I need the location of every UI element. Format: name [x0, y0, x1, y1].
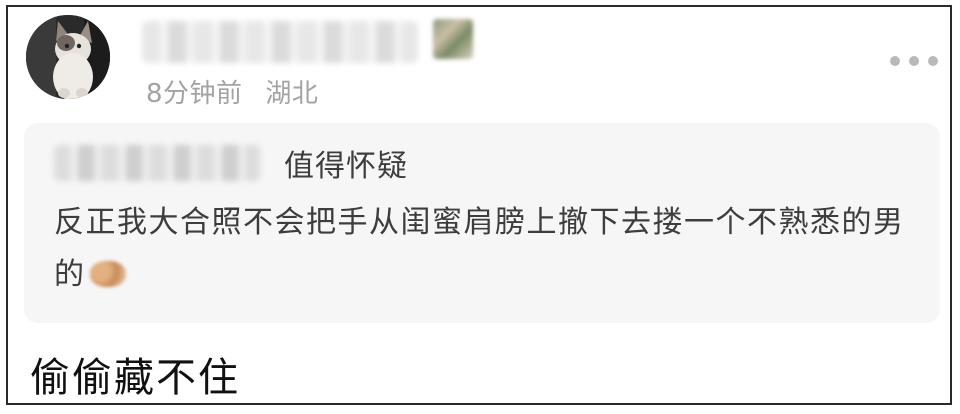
post-location: 湖北 — [265, 79, 319, 109]
post-content: 偷偷藏不住 — [30, 355, 240, 401]
cat-avatar-icon — [26, 15, 110, 99]
quoted-post-text: 反正我大合照不会把手从闺蜜肩膀上撤下去搂一个不熟悉的男的 — [54, 205, 905, 292]
quoted-post-header: 值得怀疑 — [54, 143, 940, 184]
more-horizontal-icon — [890, 56, 900, 66]
post-meta: 8分钟前 湖北 — [146, 73, 318, 110]
dog-emoji-icon — [89, 261, 126, 287]
user-badge-icon — [433, 19, 473, 59]
user-avatar[interactable] — [26, 15, 110, 99]
more-options-button[interactable] — [890, 51, 938, 71]
quoted-post-title: 值得怀疑 — [284, 149, 408, 184]
more-horizontal-icon — [909, 56, 919, 66]
quoted-username-redacted — [54, 145, 260, 181]
quoted-post[interactable]: 值得怀疑 反正我大合照不会把手从闺蜜肩膀上撤下去搂一个不熟悉的男的 — [24, 123, 940, 323]
post-time: 8分钟前 — [146, 79, 243, 109]
username-redacted[interactable] — [142, 21, 418, 63]
post-card: 8分钟前 湖北 值得怀疑 反正我大合照不会把手从闺蜜肩膀上撤下去搂一个不熟悉的男… — [6, 5, 952, 405]
more-horizontal-icon — [928, 56, 938, 66]
quoted-post-body: 反正我大合照不会把手从闺蜜肩膀上撤下去搂一个不熟悉的男的 — [54, 197, 920, 301]
